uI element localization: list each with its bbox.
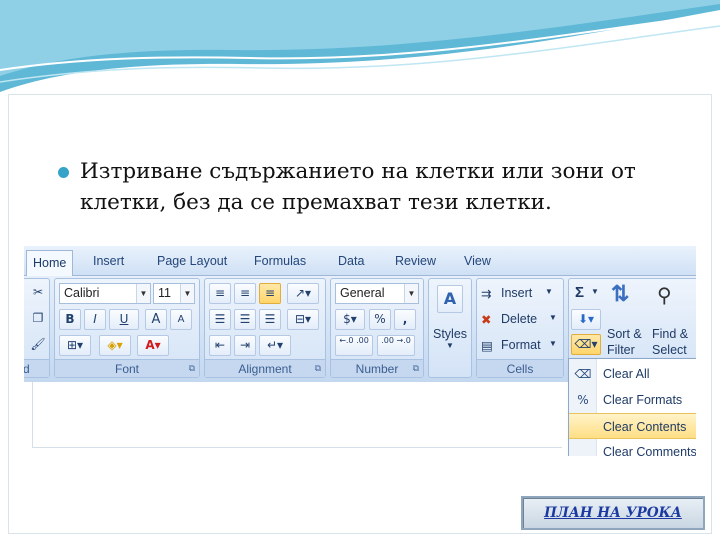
tab-home[interactable]: Home xyxy=(26,250,74,277)
font-name-combo[interactable]: Calibri ▼ xyxy=(59,283,151,304)
delete-cells-icon: ✖ xyxy=(481,313,492,327)
currency-icon[interactable]: $▾ xyxy=(335,309,365,330)
format-painter-icon[interactable]: 🖌 xyxy=(27,335,49,356)
fill-color-icon[interactable]: ◈▾ xyxy=(99,335,131,356)
chevron-down-icon[interactable]: ▼ xyxy=(180,284,194,303)
font-size-value: 11 xyxy=(158,286,171,300)
group-font: Calibri ▼ 11 ▼ B I U A A ⊞▾ ◈▾ A▾ Font ⧉ xyxy=(54,278,200,378)
tab-data[interactable]: Data xyxy=(338,254,364,268)
slide-header-wave xyxy=(0,0,720,92)
tab-review[interactable]: Review xyxy=(395,254,436,268)
group-number: General ▼ $▾ % , ←.0 .00 .00 →.0 Number … xyxy=(330,278,424,378)
insert-cells-icon: ⇉ xyxy=(481,287,492,301)
number-format-value: General xyxy=(340,286,385,300)
menu-item-clear-comments[interactable]: Clear Comments xyxy=(569,439,696,456)
tab-view[interactable]: View xyxy=(464,254,491,268)
wrap-text-icon[interactable]: ↵▾ xyxy=(259,335,291,356)
clear-formats-icon: % xyxy=(577,393,589,407)
group-label-alignment: Alignment xyxy=(205,359,325,377)
menu-item-label: Clear Formats xyxy=(603,393,683,407)
shrink-font-button[interactable]: A xyxy=(170,309,192,330)
group-clipboard: ✂ ❐ 🖌 d xyxy=(24,278,50,378)
excel-ribbon-screenshot: Home Insert Page Layout Formulas Data Re… xyxy=(24,246,696,456)
tab-page-layout[interactable]: Page Layout xyxy=(157,254,227,268)
dialog-launcher-icon[interactable]: ⧉ xyxy=(189,364,195,374)
bold-button[interactable]: B xyxy=(59,309,81,330)
sort-filter-label-2[interactable]: Filter xyxy=(607,343,635,357)
insert-cells-button[interactable]: Insert xyxy=(501,286,532,300)
binoculars-icon[interactable]: ⚲ xyxy=(657,283,672,308)
number-format-combo[interactable]: General ▼ xyxy=(335,283,419,304)
menu-item-label: Clear Comments xyxy=(603,445,696,456)
chevron-down-icon[interactable]: ▼ xyxy=(446,341,454,350)
delete-cells-button[interactable]: Delete xyxy=(501,312,537,326)
group-styles: A Styles ▼ xyxy=(428,278,472,378)
font-name-value: Calibri xyxy=(64,286,100,300)
menu-item-clear-all[interactable]: ⌫ Clear All xyxy=(569,361,696,387)
align-middle-icon[interactable]: ≡ xyxy=(234,283,256,304)
group-label-number: Number xyxy=(331,359,423,377)
cut-icon[interactable]: ✂ xyxy=(27,283,49,304)
increase-decimal-button[interactable]: ←.0 .00 xyxy=(335,335,373,356)
styles-icon[interactable]: A xyxy=(437,285,463,313)
dialog-launcher-icon[interactable]: ⧉ xyxy=(413,364,419,374)
percent-button[interactable]: % xyxy=(369,309,391,330)
font-size-combo[interactable]: 11 ▼ xyxy=(153,283,195,304)
align-center-icon[interactable]: ☰ xyxy=(234,309,256,330)
borders-icon[interactable]: ⊞▾ xyxy=(59,335,91,356)
group-label-font: Font xyxy=(55,359,199,377)
comma-button[interactable]: , xyxy=(394,309,416,330)
merge-center-icon[interactable]: ⊟▾ xyxy=(287,309,319,330)
font-color-icon[interactable]: A▾ xyxy=(137,335,169,356)
chevron-down-icon[interactable]: ▼ xyxy=(591,287,599,296)
menu-item-label: Clear All xyxy=(603,367,650,381)
eraser-icon: ⌫ xyxy=(574,367,592,381)
format-cells-icon: ▤ xyxy=(481,339,493,353)
tab-formulas[interactable]: Formulas xyxy=(254,254,306,268)
grow-font-button[interactable]: A xyxy=(145,309,167,330)
orientation-icon[interactable]: ↗▾ xyxy=(287,283,319,304)
chevron-down-icon[interactable]: ▼ xyxy=(549,313,557,322)
group-label-cells: Cells xyxy=(477,359,563,377)
italic-button[interactable]: I xyxy=(84,309,106,330)
fill-icon[interactable]: ⬇▾ xyxy=(571,309,601,330)
menu-item-label: Clear Contents xyxy=(603,420,687,434)
ribbon-tab-bar: Home Insert Page Layout Formulas Data Re… xyxy=(24,246,696,277)
worksheet-area xyxy=(32,382,562,448)
find-select-label-2[interactable]: Select xyxy=(652,343,687,357)
tab-insert[interactable]: Insert xyxy=(93,254,124,268)
copy-icon[interactable]: ❐ xyxy=(27,309,49,330)
bullet-dot-icon xyxy=(58,167,69,178)
autosum-icon[interactable]: Σ xyxy=(575,284,584,301)
find-select-label[interactable]: Find & xyxy=(652,327,688,341)
decrease-indent-icon[interactable]: ⇤ xyxy=(209,335,231,356)
chevron-down-icon[interactable]: ▼ xyxy=(545,287,553,296)
increase-indent-icon[interactable]: ⇥ xyxy=(234,335,256,356)
styles-label[interactable]: Styles xyxy=(433,327,467,341)
dialog-launcher-icon[interactable]: ⧉ xyxy=(315,364,321,374)
group-alignment: ≡ ≡ ≡ ↗▾ ☰ ☰ ☰ ⊟▾ ⇤ ⇥ ↵▾ Alignment ⧉ xyxy=(204,278,326,378)
decrease-decimal-button[interactable]: .00 →.0 xyxy=(377,335,415,356)
group-label-clipboard: d xyxy=(24,359,49,377)
group-cells: ⇉ Insert ▼ ✖ Delete ▼ ▤ Format ▼ Cells xyxy=(476,278,564,378)
align-bottom-icon[interactable]: ≡ xyxy=(259,283,281,304)
format-cells-button[interactable]: Format xyxy=(501,338,541,352)
sort-filter-label[interactable]: Sort & xyxy=(607,327,642,341)
menu-item-clear-formats[interactable]: % Clear Formats xyxy=(569,387,696,413)
clear-dropdown-menu: ⌫ Clear All % Clear Formats Clear Conten… xyxy=(568,358,696,456)
align-top-icon[interactable]: ≡ xyxy=(209,283,231,304)
sort-filter-icon[interactable]: ⇅ xyxy=(611,281,629,307)
align-left-icon[interactable]: ☰ xyxy=(209,309,231,330)
lesson-plan-button[interactable]: ПЛАН НА УРОКА xyxy=(521,496,705,530)
menu-item-clear-contents[interactable]: Clear Contents xyxy=(569,413,696,439)
bullet-text: Изтриване съдържанието на клетки или зон… xyxy=(80,159,636,215)
clear-eraser-button[interactable]: ⌫▾ xyxy=(571,334,601,355)
chevron-down-icon[interactable]: ▼ xyxy=(404,284,418,303)
underline-button[interactable]: U xyxy=(109,309,139,330)
chevron-down-icon[interactable]: ▼ xyxy=(549,339,557,348)
align-right-icon[interactable]: ☰ xyxy=(259,309,281,330)
chevron-down-icon[interactable]: ▼ xyxy=(136,284,150,303)
